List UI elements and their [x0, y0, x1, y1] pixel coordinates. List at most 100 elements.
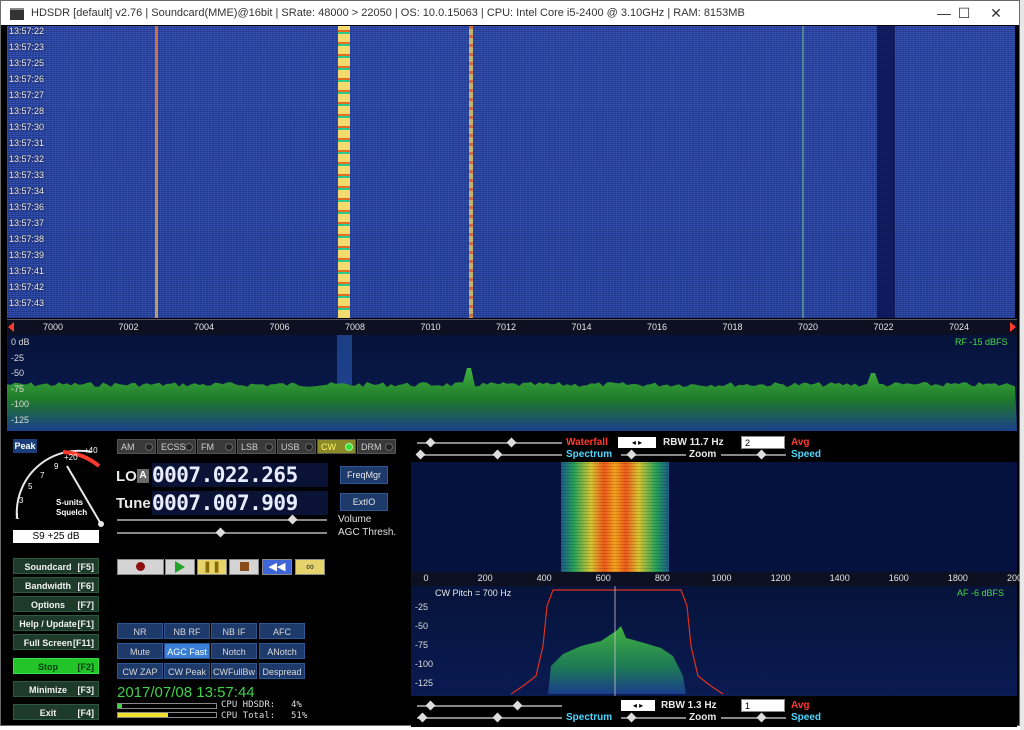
- waterfall-timestamp: 13:57:34: [9, 186, 45, 196]
- waterfall-timestamp: 13:57:39: [9, 250, 45, 260]
- title-bar[interactable]: HDSDR [default] v2.76 | Soundcard(MME)@1…: [1, 1, 1019, 25]
- mode-label: USB: [281, 442, 300, 452]
- audio-frequency-ruler[interactable]: 0200400600800100012001400160018002000: [411, 572, 1024, 586]
- bottom-speed-slider[interactable]: [721, 717, 786, 719]
- audio-waterfall[interactable]: [411, 462, 1017, 572]
- bottom-spectrum-slider[interactable]: [417, 717, 562, 719]
- avg-combo[interactable]: 2: [741, 436, 785, 449]
- dsp-button-nr[interactable]: NR: [117, 623, 163, 639]
- extio-button[interactable]: ExtIO: [340, 493, 388, 511]
- waterfall-contrast-slider[interactable]: [417, 442, 562, 444]
- rbw-label: RBW 11.7 Hz: [663, 437, 724, 448]
- loop-icon: ∞: [306, 561, 314, 573]
- waterfall-timestamp: 13:57:38: [9, 234, 45, 244]
- bottom-rbw-spinner[interactable]: ◂ ▸: [621, 700, 655, 711]
- audio-spectrum[interactable]: -25 -50 -75 -100 -125 CW Pitch = 700 Hz AF -…: [411, 586, 1017, 696]
- rf-spectrum[interactable]: 0 dB -25 -50 -75 -100 -125 RF -15 dBFS: [7, 335, 1017, 431]
- rewind-button[interactable]: ◀◀: [262, 559, 292, 575]
- dsp-button-despread[interactable]: Despread: [259, 663, 305, 679]
- fn-button-exit[interactable]: Exit [F4]: [13, 704, 99, 720]
- rbw-spinner[interactable]: ◂ ▸: [618, 437, 656, 448]
- fn-button-bandwidth[interactable]: Bandwidth [F6]: [13, 577, 99, 593]
- date-time: 2017/07/08 13:57:44: [117, 684, 255, 701]
- fn-button-options[interactable]: Options [F7]: [13, 596, 99, 612]
- pause-button[interactable]: ❚❚: [197, 559, 227, 575]
- dsp-button-anotch[interactable]: ANotch: [259, 643, 305, 659]
- fn-button-key: [F4]: [77, 708, 95, 718]
- fn-button-label: Soundcard: [24, 562, 72, 572]
- speed-slider[interactable]: [721, 454, 786, 456]
- play-icon: [175, 561, 185, 573]
- mode-label: ECSS: [161, 442, 186, 452]
- waterfall-timestamp: 13:57:42: [9, 282, 45, 292]
- mode-button-ecss[interactable]: ECSS: [157, 439, 196, 454]
- waterfall-timestamp: 13:57:43: [9, 298, 45, 308]
- record-button[interactable]: [117, 559, 164, 575]
- mode-button-lsb[interactable]: LSB: [237, 439, 276, 454]
- audio-signal-band: [561, 462, 669, 572]
- waterfall-timestamp: 13:57:22: [9, 26, 45, 36]
- loop-button[interactable]: ∞: [295, 559, 325, 575]
- stop-player-button[interactable]: [229, 559, 259, 575]
- lo-frequency[interactable]: 0007.022.265: [152, 463, 328, 487]
- dsp-button-agc-fast[interactable]: AGC Fast: [164, 643, 210, 659]
- close-window-button[interactable]: ✕: [973, 1, 1019, 25]
- fn-button-stop[interactable]: Stop [F2]: [13, 658, 99, 674]
- filter-passband: [337, 335, 352, 385]
- peak-button[interactable]: Peak: [13, 439, 37, 453]
- mode-led-icon: [185, 443, 193, 451]
- dsp-button-nb-if[interactable]: NB IF: [211, 623, 257, 639]
- dsp-button-mute[interactable]: Mute: [117, 643, 163, 659]
- s-scale-1: 1: [15, 512, 20, 521]
- mode-led-icon: [225, 443, 233, 451]
- mode-button-cw[interactable]: CW: [317, 439, 356, 454]
- dsp-button-afc[interactable]: AFC: [259, 623, 305, 639]
- freqmgr-button[interactable]: FreqMgr: [340, 466, 388, 484]
- dsp-button-nb-rf[interactable]: NB RF: [164, 623, 210, 639]
- bottom-speed-label: Speed: [791, 712, 822, 723]
- bottom-waterfall-slider[interactable]: [417, 705, 562, 707]
- waterfall-timestamp: 13:57:30: [9, 122, 45, 132]
- frequency-tick: 7018: [722, 322, 743, 332]
- frequency-ruler[interactable]: 7000 7002 7004 7006 7008 7010 7012 7014 7016 7018…: [7, 319, 1017, 336]
- db-tick: -75: [11, 384, 25, 394]
- lo-badge[interactable]: A: [137, 469, 149, 483]
- af-level: AF -6 dBFS: [957, 588, 1005, 598]
- fn-button-label: Full Screen: [23, 638, 73, 648]
- speed-label: Speed: [791, 449, 822, 460]
- bottom-spectrum-label: Spectrum: [566, 712, 613, 723]
- squelch-label: Squelch: [56, 508, 88, 517]
- avg-label: Avg: [791, 437, 810, 448]
- fn-button-full-screen[interactable]: Full Screen [F11]: [13, 634, 99, 650]
- fn-button-key: [F7]: [77, 600, 95, 610]
- dsp-button-cw-zap[interactable]: CW ZAP: [117, 663, 163, 679]
- mode-button-usb[interactable]: USB: [277, 439, 316, 454]
- audio-db-tick: -25: [415, 602, 429, 612]
- scroll-right-icon[interactable]: [1010, 322, 1016, 332]
- dsp-button-cwfullbw[interactable]: CWFullBw: [211, 663, 257, 679]
- mode-button-fm[interactable]: FM: [197, 439, 236, 454]
- record-icon: [136, 562, 145, 571]
- mode-button-drm[interactable]: DRM: [357, 439, 396, 454]
- fn-button-minimize[interactable]: Minimize [F3]: [13, 681, 99, 697]
- signal-trace-7008: [338, 26, 350, 318]
- cpu-total-label: CPU Total:: [221, 711, 276, 721]
- audio-frequency-tick: 800: [654, 573, 670, 583]
- audio-db-tick: -50: [415, 621, 429, 631]
- mode-led-icon: [345, 443, 353, 451]
- scroll-left-icon[interactable]: [8, 322, 14, 332]
- mode-label: AM: [121, 442, 135, 452]
- dsp-button-cw-peak[interactable]: CW Peak: [164, 663, 210, 679]
- bottom-avg-combo[interactable]: 1: [741, 699, 785, 712]
- spectrum-contrast-slider[interactable]: [417, 454, 562, 456]
- audio-frequency-tick: 200: [477, 573, 493, 583]
- tune-frequency[interactable]: 0007.007.909: [152, 491, 328, 515]
- play-button[interactable]: [165, 559, 195, 575]
- rf-waterfall[interactable]: 13:57:22 13:57:23 13:57:25 13:57:26 13:57:27…: [7, 26, 1015, 318]
- tune-label: Tune: [116, 495, 151, 512]
- mode-button-am[interactable]: AM: [117, 439, 156, 454]
- pause-icon: ❚❚: [202, 561, 222, 573]
- dsp-button-notch[interactable]: Notch: [211, 643, 257, 659]
- fn-button-soundcard[interactable]: Soundcard [F5]: [13, 558, 99, 574]
- fn-button-help-update[interactable]: Help / Update [F1]: [13, 615, 99, 631]
